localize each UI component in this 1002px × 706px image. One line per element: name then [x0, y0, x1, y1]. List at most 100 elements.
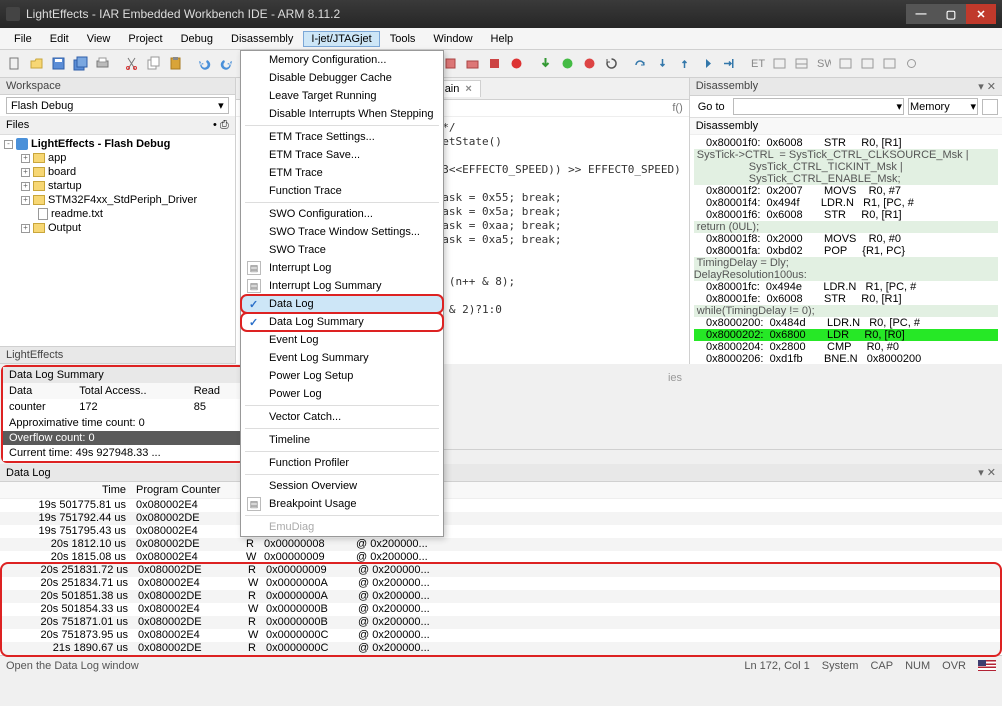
- maximize-button[interactable]: ▢: [936, 4, 966, 24]
- menu-item-etm-trace-settings[interactable]: ETM Trace Settings...: [241, 128, 443, 146]
- menu-item-swo-trace[interactable]: SWO Trace: [241, 241, 443, 259]
- tree-twisty-icon[interactable]: +: [21, 154, 30, 163]
- datalog-row[interactable]: 20s 251831.72 us0x080002DER0x00000009@ 0…: [2, 564, 1000, 577]
- menu-item-function-trace[interactable]: Function Trace: [241, 182, 443, 200]
- menu-item-data-log-summary[interactable]: ✓Data Log Summary: [241, 313, 443, 331]
- project-tree[interactable]: -LightEffects - Flash Debug+app+board+st…: [0, 135, 235, 346]
- disasm-line[interactable]: 0x80001f8: 0x2000 MOVS R0, #0: [694, 233, 998, 245]
- datalog-row[interactable]: 19s 751792.44 us0x080002DER0x00000007@ 0…: [0, 512, 1002, 525]
- step-into-button[interactable]: [652, 54, 672, 74]
- swo-button[interactable]: SWO: [813, 54, 833, 74]
- menu-item-memory-configuration[interactable]: Memory Configuration...: [241, 51, 443, 69]
- disasm-line[interactable]: SysTick_CTRL_ENABLE_Msk;: [694, 173, 998, 185]
- trace6-button[interactable]: [901, 54, 921, 74]
- tree-node[interactable]: +app: [4, 151, 231, 165]
- datalog-row[interactable]: 20s 751873.95 us0x080002E4W0x0000000C@ 0…: [2, 629, 1000, 642]
- disasm-line[interactable]: 0x80001fa: 0xbd02 POP {R1, PC}: [694, 245, 998, 257]
- datalog-row[interactable]: 19s 501775.81 us0x080002E4W0x00000007@ 0…: [0, 499, 1002, 512]
- minimize-button[interactable]: —: [906, 4, 936, 24]
- disasm-line[interactable]: 0x80001f2: 0x2007 MOVS R0, #7: [694, 185, 998, 197]
- disasm-list[interactable]: 0x80001f0: 0x6008 STR R0, [R1] SysTick->…: [690, 135, 1002, 364]
- datalog-row[interactable]: 20s 751871.01 us0x080002DER0x0000000B@ 0…: [2, 616, 1000, 629]
- reset-button[interactable]: [601, 54, 621, 74]
- datalog-row[interactable]: 20s 501854.33 us0x080002E4W0x0000000B@ 0…: [2, 603, 1000, 616]
- menu-item-function-profiler[interactable]: Function Profiler: [241, 454, 443, 472]
- menu-item-swo-configuration[interactable]: SWO Configuration...: [241, 205, 443, 223]
- menu-item-event-log-summary[interactable]: Event Log Summary: [241, 349, 443, 367]
- copy-button[interactable]: [143, 54, 163, 74]
- trace2-button[interactable]: [791, 54, 811, 74]
- close-icon[interactable]: ×: [465, 83, 471, 95]
- run-to-cursor-button[interactable]: [718, 54, 738, 74]
- menu-item-disable-interrupts-when-stepping[interactable]: Disable Interrupts When Stepping: [241, 105, 443, 123]
- disasm-line[interactable]: 0x80001fe: 0x6008 STR R0, [R1]: [694, 293, 998, 305]
- dls-row[interactable]: counter 172 85: [3, 399, 243, 415]
- menu-item-event-log[interactable]: Event Log: [241, 331, 443, 349]
- trace4-button[interactable]: [857, 54, 877, 74]
- menu-item-swo-trace-window-settings[interactable]: SWO Trace Window Settings...: [241, 223, 443, 241]
- menu-tools[interactable]: Tools: [382, 31, 424, 47]
- disasm-line[interactable]: TimingDelay = Dly;: [694, 257, 998, 269]
- tree-node[interactable]: -LightEffects - Flash Debug: [4, 137, 231, 151]
- etm-button[interactable]: ETM: [747, 54, 767, 74]
- open-button[interactable]: [26, 54, 46, 74]
- trace3-button[interactable]: [835, 54, 855, 74]
- toggle-bp-button[interactable]: [506, 54, 526, 74]
- menu-help[interactable]: Help: [483, 31, 522, 47]
- datalog-row[interactable]: 20s 1812.10 us0x080002DER0x00000008@ 0x2…: [0, 538, 1002, 551]
- menu-item-emudiag[interactable]: EmuDiag: [241, 518, 443, 536]
- step-out-button[interactable]: [674, 54, 694, 74]
- datalog-row[interactable]: 21s 1890.67 us0x080002DER0x0000000C@ 0x2…: [2, 642, 1000, 655]
- saveall-button[interactable]: [70, 54, 90, 74]
- redo-button[interactable]: [216, 54, 236, 74]
- disasm-line[interactable]: while(TimingDelay != 0);: [694, 305, 998, 317]
- tree-twisty-icon[interactable]: +: [21, 224, 30, 233]
- workspace-bottom-tab[interactable]: LightEffects: [0, 346, 235, 364]
- menu-disassembly[interactable]: Disassembly: [223, 31, 301, 47]
- paste-button[interactable]: [165, 54, 185, 74]
- config-select[interactable]: Flash Debug ▾: [6, 97, 229, 114]
- menu-item-disable-debugger-cache[interactable]: Disable Debugger Cache: [241, 69, 443, 87]
- menu-item-etm-trace[interactable]: ETM Trace: [241, 164, 443, 182]
- undo-button[interactable]: [194, 54, 214, 74]
- save-button[interactable]: [48, 54, 68, 74]
- step-over-button[interactable]: [630, 54, 650, 74]
- disasm-line[interactable]: 0x8000200: 0x484d LDR.N R0, [PC, #: [694, 317, 998, 329]
- menu-item-timeline[interactable]: Timeline: [241, 431, 443, 449]
- datalog-row[interactable]: 20s 251834.71 us0x080002E4W0x0000000A@ 0…: [2, 577, 1000, 590]
- go-button[interactable]: [557, 54, 577, 74]
- menu-window[interactable]: Window: [425, 31, 480, 47]
- pin-icon[interactable]: ▾ ✕: [978, 466, 996, 479]
- disasm-line[interactable]: 0x80001fc: 0x494e LDR.N R1, [PC, #: [694, 281, 998, 293]
- tree-twisty-icon[interactable]: +: [21, 168, 30, 177]
- disasm-line[interactable]: return (0UL);: [694, 221, 998, 233]
- menu-item-leave-target-running[interactable]: Leave Target Running: [241, 87, 443, 105]
- disasm-line[interactable]: SysTick_CTRL_TICKINT_Msk |: [694, 161, 998, 173]
- datalog-row[interactable]: 20s 1815.08 us0x080002E4W0x00000009@ 0x2…: [0, 551, 1002, 564]
- trace5-button[interactable]: [879, 54, 899, 74]
- ijet-menu[interactable]: Memory Configuration...Disable Debugger …: [240, 50, 444, 537]
- disasm-line[interactable]: SysTick->CTRL = SysTick_CTRL_CLKSOURCE_M…: [694, 149, 998, 161]
- menu-view[interactable]: View: [79, 31, 119, 47]
- disasm-line[interactable]: 0x8000206: 0xd1fb BNE.N 0x8000200: [694, 353, 998, 364]
- menu-item-breakpoint-usage[interactable]: ▤Breakpoint Usage: [241, 495, 443, 513]
- memory-select[interactable]: Memory▾: [908, 98, 978, 115]
- tree-twisty-icon[interactable]: -: [4, 140, 13, 149]
- tree-node[interactable]: +STM32F4xx_StdPeriph_Driver: [4, 193, 231, 207]
- next-stmt-button[interactable]: [696, 54, 716, 74]
- disasm-line[interactable]: 0x80001f6: 0x6008 STR R0, [R1]: [694, 209, 998, 221]
- make-button[interactable]: [462, 54, 482, 74]
- menu-edit[interactable]: Edit: [42, 31, 77, 47]
- disasm-line[interactable]: DelayResolution100us:: [694, 269, 998, 281]
- menu-item-interrupt-log[interactable]: ▤Interrupt Log: [241, 259, 443, 277]
- tree-node[interactable]: +board: [4, 165, 231, 179]
- menu-project[interactable]: Project: [120, 31, 170, 47]
- download-button[interactable]: [535, 54, 555, 74]
- pin-icon[interactable]: ▾ ✕: [978, 80, 996, 93]
- cut-button[interactable]: [121, 54, 141, 74]
- stop-build-button[interactable]: [484, 54, 504, 74]
- print-button[interactable]: [92, 54, 112, 74]
- menu-item-vector-catch[interactable]: Vector Catch...: [241, 408, 443, 426]
- menu-item-etm-trace-save[interactable]: ETM Trace Save...: [241, 146, 443, 164]
- menu-ijetjtagjet[interactable]: I-jet/JTAGjet: [303, 31, 379, 47]
